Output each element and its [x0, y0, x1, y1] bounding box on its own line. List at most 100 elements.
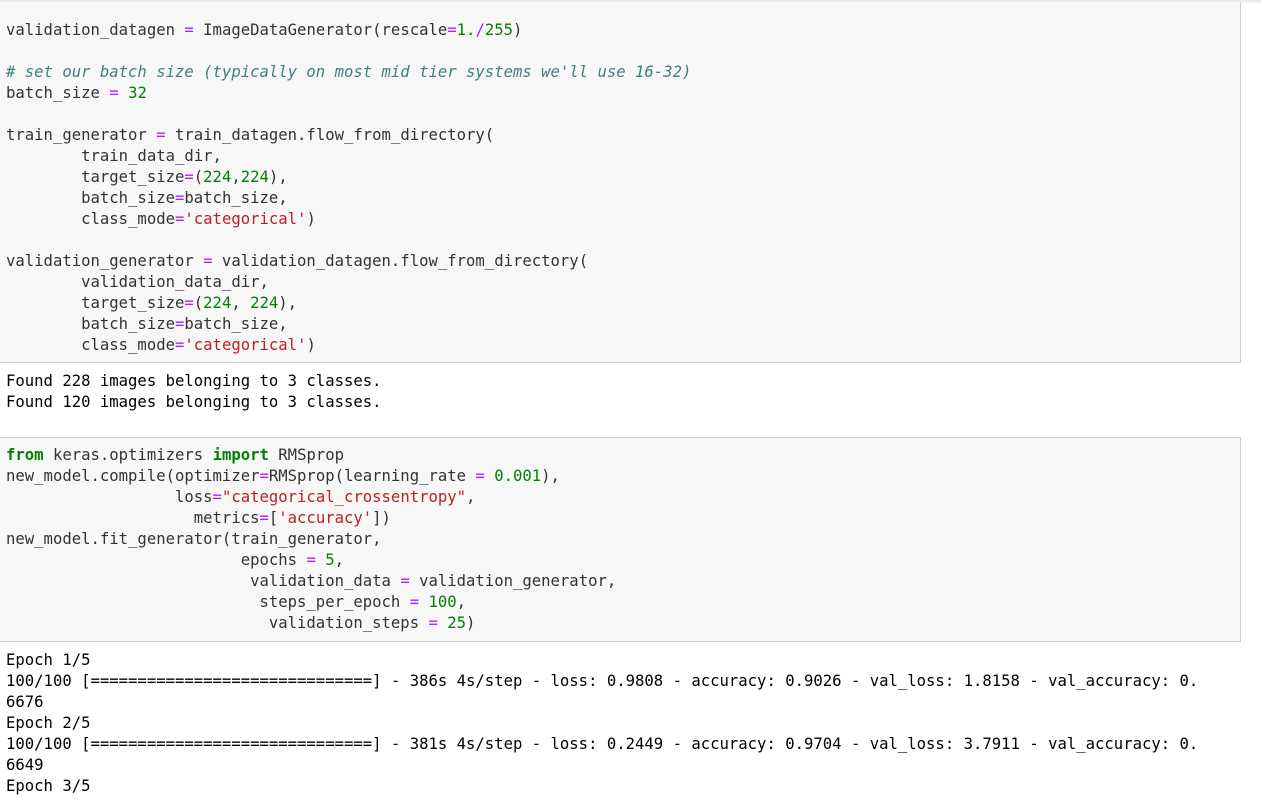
- code-token: ,: [456, 593, 467, 611]
- code-token: RMSprop(learning_rate: [268, 467, 476, 485]
- code-line: steps_per_epoch = 100,: [6, 592, 616, 613]
- code-line: train_data_dir,: [6, 146, 691, 167]
- output-line: Epoch 2/5: [6, 714, 91, 732]
- code-token: 'accuracy': [278, 509, 373, 527]
- code-token: 32: [128, 84, 147, 102]
- code-token: ): [306, 336, 316, 354]
- code-token: 100: [428, 593, 457, 611]
- code-token: [: [268, 509, 279, 527]
- code-line: new_model.compile(optimizer=RMSprop(lear…: [6, 466, 616, 487]
- output-area-found-images: Found 228 images belonging to 3 classes.…: [6, 371, 382, 413]
- output-line: 6676: [6, 693, 44, 711]
- code-token: batch_size: [6, 189, 175, 207]
- code-token: 224: [203, 294, 232, 312]
- code-line: from keras.optimizers import RMSprop: [6, 445, 616, 466]
- code-token: class_mode: [6, 336, 175, 354]
- output-line: 6649: [6, 756, 44, 774]
- code-line: validation_datagen = ImageDataGenerator(…: [6, 20, 691, 41]
- code-line: batch_size=batch_size,: [6, 314, 691, 335]
- code-token: batch_size,: [184, 315, 288, 333]
- code-token: 25: [447, 614, 467, 632]
- code-token: 'categorical': [184, 336, 307, 354]
- code-token: batch_size,: [184, 189, 288, 207]
- code-token: =: [428, 614, 438, 632]
- code-token: validation_generator,: [409, 572, 617, 590]
- code-token: validation_datagen: [6, 21, 185, 39]
- code-line: metrics=['accuracy']): [6, 508, 616, 529]
- code-line: validation_data = validation_generator,: [6, 571, 616, 592]
- code-token: =: [475, 467, 485, 485]
- code-line: target_size=(224, 224),: [6, 293, 691, 314]
- code-token: batch_size: [6, 315, 175, 333]
- code-line: # set our batch size (typically on most …: [6, 62, 691, 83]
- code-token: 5: [325, 551, 335, 569]
- code-token: train_datagen.flow_from_directory(: [165, 126, 495, 144]
- output-line: Found 228 images belonging to 3 classes.: [6, 372, 382, 390]
- code-token: =: [184, 168, 194, 186]
- output-line: Found 120 images belonging to 3 classes.: [6, 393, 382, 411]
- code-token: ),: [541, 467, 560, 485]
- code-token: =: [184, 294, 194, 312]
- code-token: target_size: [6, 294, 185, 312]
- code-editor-model-training[interactable]: from keras.optimizers import RMSprop new_…: [6, 445, 616, 634]
- code-token: epochs: [6, 551, 307, 569]
- code-token: 224: [240, 168, 269, 186]
- code-token: =: [306, 551, 316, 569]
- code-token: # set our batch size (typically on most …: [6, 63, 692, 81]
- code-token: validation_steps: [6, 614, 429, 632]
- code-token: validation_generator: [6, 252, 204, 270]
- code-token: =: [400, 572, 410, 590]
- code-token: ,: [231, 294, 251, 312]
- code-token: =: [447, 21, 457, 39]
- code-token: =: [156, 126, 166, 144]
- code-line: class_mode='categorical'): [6, 209, 691, 230]
- code-line: loss="categorical_crossentropy",: [6, 487, 616, 508]
- code-token: ),: [278, 294, 298, 312]
- code-token: =: [203, 252, 213, 270]
- code-token: validation_data: [6, 572, 401, 590]
- code-token: 0.001: [494, 467, 542, 485]
- code-line: class_mode='categorical'): [6, 335, 691, 356]
- code-token: ),: [268, 168, 288, 186]
- code-line: batch_size = 32: [6, 83, 691, 104]
- code-token: target_size: [6, 168, 185, 186]
- output-line: 100/100 [==============================]…: [6, 672, 1199, 690]
- code-token: class_mode: [6, 210, 175, 228]
- output-line: Epoch 3/5: [6, 777, 91, 795]
- code-token: =: [259, 467, 269, 485]
- code-token: =: [175, 336, 185, 354]
- code-token: 1.: [456, 21, 476, 39]
- code-token: new_model.fit_generator(train_generator,: [6, 530, 382, 548]
- code-token: import: [212, 446, 269, 464]
- output-line: 100/100 [==============================]…: [6, 735, 1199, 753]
- code-token: ,: [334, 551, 344, 569]
- code-token: 224: [203, 168, 232, 186]
- code-token: =: [175, 315, 185, 333]
- code-line: epochs = 5,: [6, 550, 616, 571]
- code-token: =: [212, 488, 222, 506]
- code-token: 255: [484, 21, 513, 39]
- code-token: "categorical_crossentropy": [221, 488, 467, 506]
- code-token: 224: [250, 294, 279, 312]
- code-token: =: [259, 509, 269, 527]
- code-token: loss: [6, 488, 213, 506]
- code-token: ): [466, 614, 476, 632]
- code-line: target_size=(224,224),: [6, 167, 691, 188]
- code-token: new_model.compile(optimizer: [6, 467, 260, 485]
- code-token: =: [409, 593, 420, 611]
- code-token: batch_size: [6, 84, 110, 102]
- code-token: /: [475, 21, 485, 39]
- code-line: new_model.fit_generator(train_generator,: [6, 529, 616, 550]
- output-line: Epoch 1/5: [6, 651, 91, 669]
- code-token: 'categorical': [184, 210, 307, 228]
- code-token: steps_per_epoch: [6, 593, 410, 611]
- code-token: ImageDataGenerator(rescale: [193, 21, 448, 39]
- code-token: metrics: [6, 509, 260, 527]
- code-editor-data-generators[interactable]: validation_datagen = ImageDataGenerator(…: [6, 20, 691, 356]
